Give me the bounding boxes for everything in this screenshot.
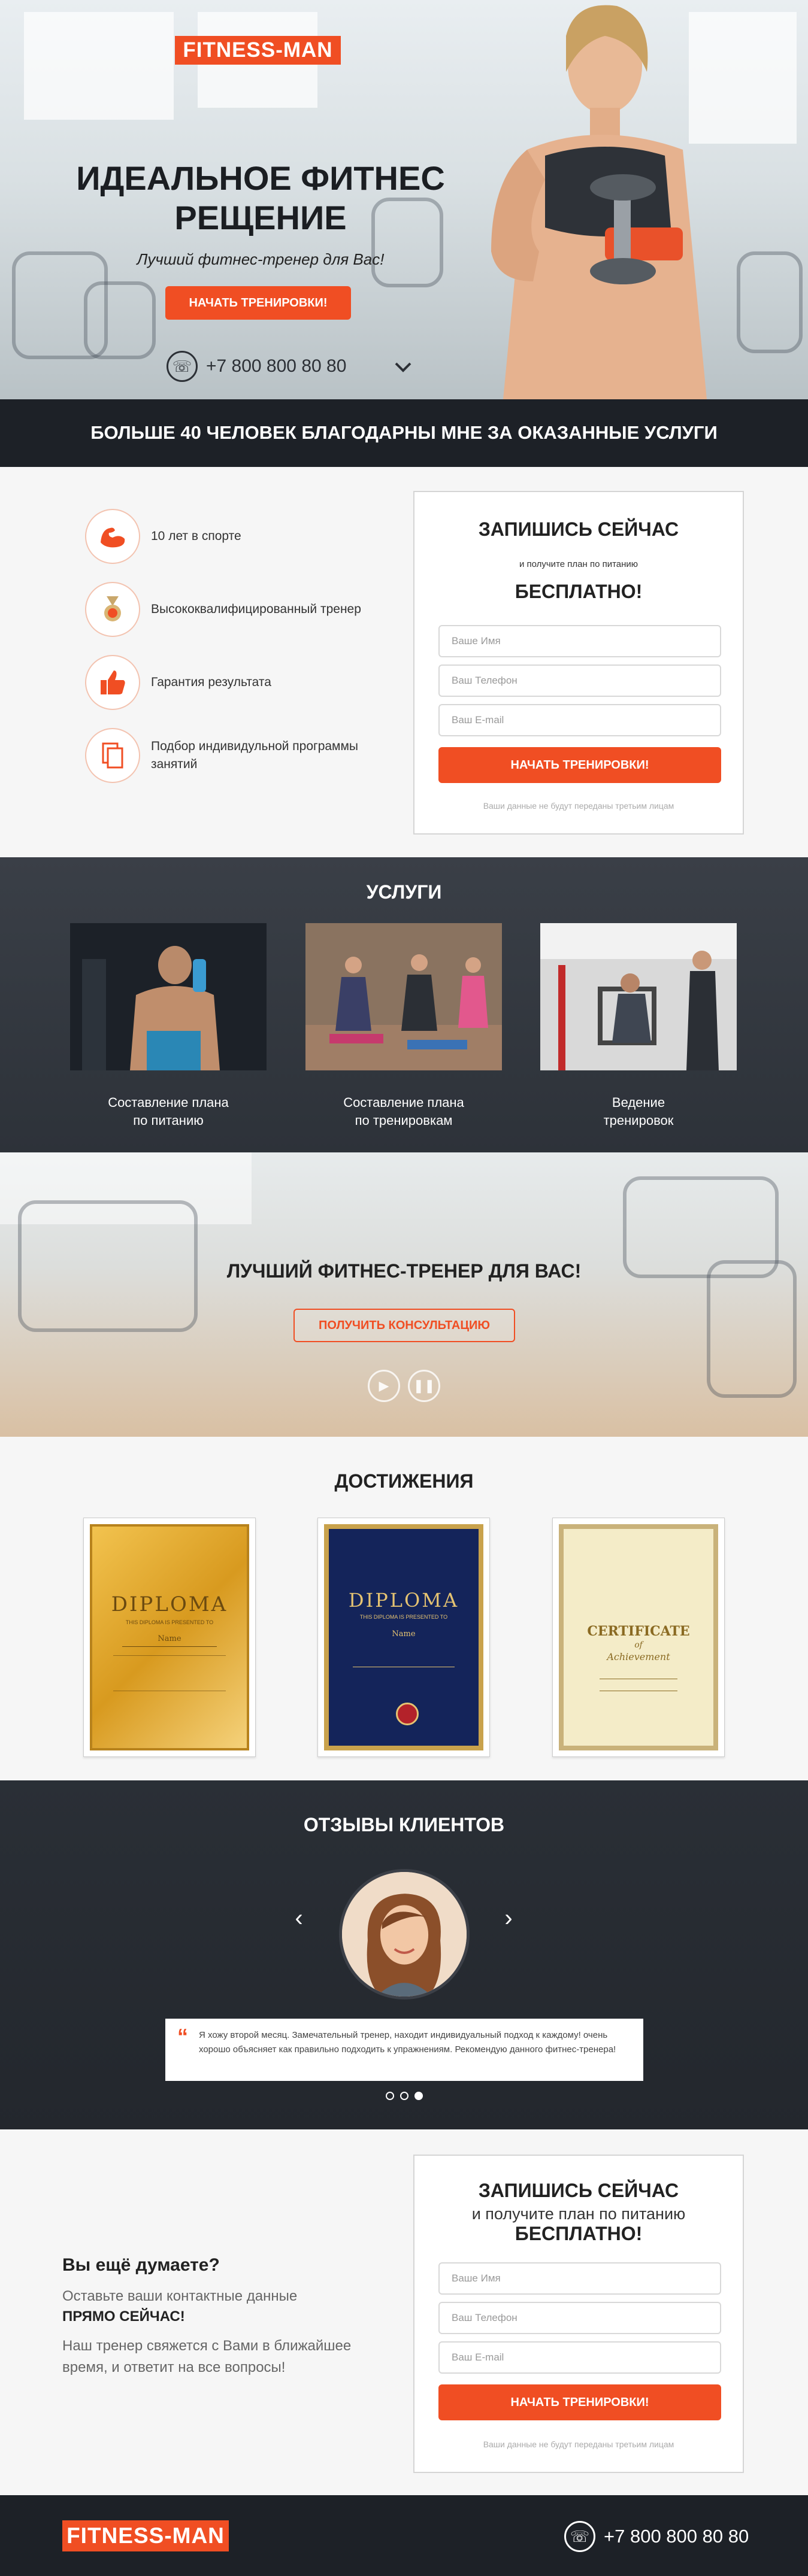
training-session-photo (540, 923, 737, 1070)
form-free-label: БЕСПЛАТНО! (515, 581, 643, 602)
think-line3: Наш тренер свяжется с Вами в ближайшее в… (62, 2338, 352, 2375)
features-section: 10 лет в спорте Высококвалифицированный … (0, 467, 808, 857)
biceps-icon (85, 509, 140, 564)
service-caption: Ведение тренировок (603, 1095, 674, 1128)
cert-line: THIS DIPLOMA IS PRESENTED TO (125, 1619, 214, 1625)
hero-logo[interactable]: FITNESS-MAN (175, 36, 341, 65)
signup-form: ЗАПИШИСЬ СЕЙЧАС и получите план по питан… (413, 491, 744, 835)
services-title: УСЛУГИ (366, 881, 442, 903)
form-free-label: БЕСПЛАТНО! (515, 2223, 643, 2244)
hero-phone-number: +7 800 800 80 80 (206, 356, 347, 376)
play-icon[interactable]: ▶ (368, 1370, 400, 1402)
slider-dot-active[interactable] (414, 2092, 423, 2100)
feature-item: Гарантия результата (85, 655, 391, 710)
cert-heading: DIPLOMA (348, 1589, 459, 1612)
certificate-card[interactable]: DIPLOMA THIS DIPLOMA IS PRESENTED TO Nam… (317, 1518, 490, 1757)
training-plan-photo (305, 923, 502, 1070)
feature-label: Гарантия результата (151, 675, 271, 689)
service-caption: Составление плана по тренировкам (343, 1095, 464, 1128)
quote-icon: “ (177, 2024, 188, 2049)
banner-text: БОЛЬШЕ 40 ЧЕЛОВЕК БЛАГОДАРНЫ МНЕ ЗА ОКАЗ… (90, 422, 718, 443)
privacy-note: Ваши данные не будут переданы третьим ли… (483, 801, 674, 811)
client-avatar (339, 1869, 470, 1999)
feature-item: 10 лет в спорте (85, 509, 391, 564)
certificate-card[interactable]: CERTIFICATE of Achievement (552, 1518, 725, 1757)
prev-arrow-icon[interactable]: ‹ (290, 1906, 308, 1930)
feature-item: Подбор индивидульной программы занятий (85, 728, 391, 783)
seal-icon (396, 1703, 419, 1725)
name-input[interactable] (438, 2262, 721, 2295)
consultation-title: ЛУЧШИЙ ФИТНЕС-ТРЕНЕР ДЛЯ ВАС! (226, 1260, 582, 1282)
think-line1: Оставьте ваши контактные данные (62, 2288, 298, 2304)
cert-name: Name (392, 1630, 416, 1639)
review-text: Я хожу второй месяц. Замечательный трене… (199, 2030, 616, 2055)
consultation-section: ЛУЧШИЙ ФИТНЕС-ТРЕНЕР ДЛЯ ВАС! ПОЛУЧИТЬ К… (0, 1152, 808, 1437)
hero-title: ИДЕАЛЬНОЕ ФИТНЕС РЕЩЕНИЕ (76, 159, 445, 236)
clients-banner: БОЛЬШЕ 40 ЧЕЛОВЕК БЛАГОДАРНЫ МНЕ ЗА ОКАЗ… (0, 399, 808, 467)
reviews-title: ОТЗЫВЫ КЛИЕНТОВ (303, 1814, 505, 1835)
phone-input[interactable] (438, 665, 721, 697)
bottom-signup-section: Вы ещё думаете? Оставьте ваши контактные… (0, 2129, 808, 2495)
phone-icon: ☏ (564, 2521, 595, 2552)
hero-section: FITNESS-MAN ИДЕАЛЬНОЕ ФИТНЕС РЕЩЕНИЕ Луч… (0, 0, 808, 399)
medal-icon (85, 582, 140, 637)
achievements-section: ДОСТИЖЕНИЯ DIPLOMA THIS DIPLOMA IS PRESE… (0, 1437, 808, 1780)
cert-line: THIS DIPLOMA IS PRESENTED TO (359, 1614, 448, 1620)
trainer-photo (491, 5, 707, 399)
feature-label: Подбор индивидульной программы занятий (151, 739, 359, 771)
chevron-down-icon[interactable] (393, 357, 413, 377)
cert-name: Achievement (607, 1651, 670, 1662)
slider-dots (0, 2092, 808, 2100)
achievements-title: ДОСТИЖЕНИЯ (334, 1470, 474, 1492)
form-title: ЗАПИШИСЬ СЕЙЧАС (478, 2180, 679, 2201)
pause-icon[interactable]: ❚❚ (408, 1370, 440, 1402)
feature-label: Высококвалифицированный тренер (151, 602, 361, 616)
footer: FITNESS-MAN ☏ +7 800 800 80 80 (0, 2495, 808, 2576)
signup-form-bottom: ЗАПИШИСЬ СЕЙЧАС и получите план по питан… (413, 2155, 744, 2473)
cert-name: Name (158, 1634, 181, 1643)
service-card[interactable]: Ведение тренировок (540, 923, 737, 1130)
phone-input[interactable] (438, 2302, 721, 2334)
service-caption: Составление плана по питанию (108, 1095, 229, 1128)
email-input[interactable] (438, 2341, 721, 2374)
email-input[interactable] (438, 704, 721, 736)
services-section: УСЛУГИ Составление плана по питанию Сост… (0, 857, 808, 1152)
service-card[interactable]: Составление плана по тренировкам (305, 923, 502, 1130)
think-title: Вы ещё думаете? (62, 2255, 220, 2275)
submit-button[interactable]: НАЧАТЬ ТРЕНИРОВКИ! (438, 747, 721, 783)
service-card[interactable]: Составление плана по питанию (70, 923, 267, 1130)
footer-phone-number: +7 800 800 80 80 (604, 2526, 749, 2547)
nutrition-photo (70, 923, 267, 1070)
hero-phone[interactable]: ☏ +7 800 800 80 80 (167, 351, 346, 382)
form-title: ЗАПИШИСЬ СЕЙЧАС (478, 518, 679, 540)
next-arrow-icon[interactable]: › (500, 1906, 518, 1930)
cert-line: of (634, 1640, 643, 1650)
name-input[interactable] (438, 625, 721, 657)
think-line2: ПРЯМО СЕЙЧАС! (62, 2308, 185, 2325)
reviews-section: ОТЗЫВЫ КЛИЕНТОВ ‹ › “ Я хожу второй меся… (0, 1780, 808, 2129)
start-training-button[interactable]: НАЧАТЬ ТРЕНИРОВКИ! (165, 286, 351, 320)
submit-button[interactable]: НАЧАТЬ ТРЕНИРОВКИ! (438, 2384, 721, 2420)
footer-logo[interactable]: FITNESS-MAN (62, 2520, 229, 2551)
privacy-note: Ваши данные не будут переданы третьим ли… (483, 2440, 674, 2449)
form-subtitle: и получите план по питанию (519, 559, 638, 569)
gym-background (0, 1152, 808, 1437)
consultation-button[interactable]: ПОЛУЧИТЬ КОНСУЛЬТАЦИЮ (293, 1309, 515, 1342)
documents-icon (85, 728, 140, 783)
feature-item: Высококвалифицированный тренер (85, 582, 391, 637)
thumbs-up-icon (85, 655, 140, 710)
footer-phone[interactable]: ☏ +7 800 800 80 80 (564, 2520, 749, 2553)
cert-heading: CERTIFICATE (587, 1624, 690, 1639)
form-subtitle: и получите план по питанию (471, 2205, 686, 2223)
slider-dot[interactable] (400, 2092, 408, 2100)
feature-label: 10 лет в спорте (151, 529, 241, 543)
review-quote: “ Я хожу второй месяц. Замечательный тре… (165, 2019, 643, 2081)
slider-dot[interactable] (385, 2092, 394, 2100)
certificate-card[interactable]: DIPLOMA THIS DIPLOMA IS PRESENTED TO Nam… (83, 1518, 256, 1757)
cert-heading: DIPLOMA (111, 1592, 228, 1616)
phone-icon: ☏ (167, 351, 198, 382)
hero-subtitle: Лучший фитнес-тренер для Вас! (137, 250, 385, 268)
